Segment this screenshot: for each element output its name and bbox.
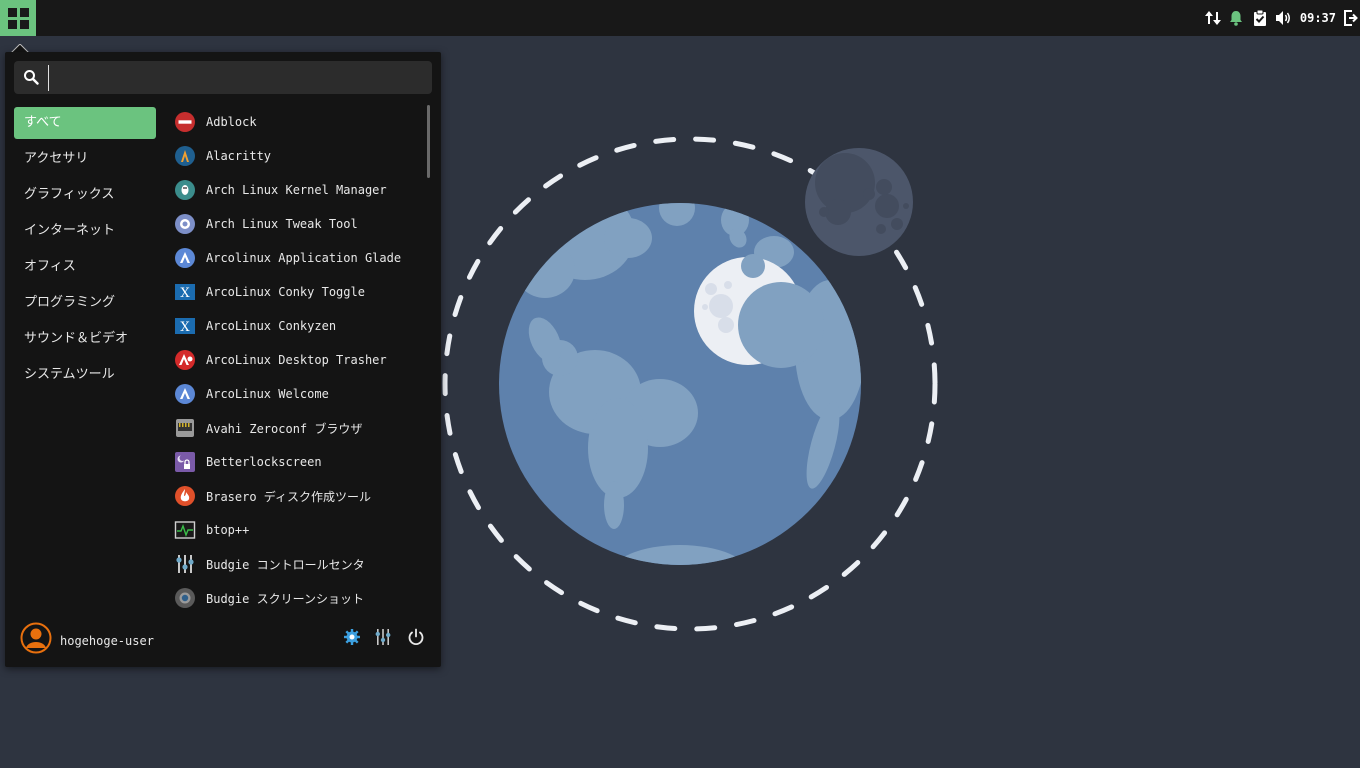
alacritty-icon	[175, 146, 195, 166]
category-accessories[interactable]: アクセサリ	[14, 143, 156, 175]
app-label: ArcoLinux Conky Toggle	[206, 285, 365, 299]
arcolinux-icon	[175, 248, 195, 268]
app-label: Budgie スクリーンショット	[206, 591, 364, 606]
app-item[interactable]: X ArcoLinux Conky Toggle	[170, 275, 428, 309]
category-list: すべて アクセサリ グラフィックス インターネット オフィス プログラミング サ…	[14, 107, 156, 395]
arcolinux-icon	[175, 384, 195, 404]
power-icon[interactable]	[407, 628, 425, 646]
search-input[interactable]	[48, 65, 425, 91]
grid-icon	[8, 8, 29, 29]
category-programming[interactable]: プログラミング	[14, 287, 156, 319]
avatar[interactable]	[20, 622, 52, 654]
network-card-icon	[176, 419, 194, 437]
app-item[interactable]: Arch Linux Tweak Tool	[170, 207, 428, 241]
top-panel: 09:37	[0, 0, 1360, 36]
application-menu: すべて アクセサリ グラフィックス インターネット オフィス プログラミング サ…	[5, 52, 441, 667]
app-item[interactable]: Betterlockscreen	[170, 445, 428, 479]
app-item[interactable]: ArcoLinux Welcome	[170, 377, 428, 411]
control-center-icon	[176, 555, 194, 573]
category-sound-video[interactable]: サウンド＆ビデオ	[14, 323, 156, 355]
conky-icon: X	[175, 284, 195, 301]
app-item[interactable]: ArcoLinux Desktop Trasher	[170, 343, 428, 377]
search-bar	[14, 61, 432, 94]
app-label: Betterlockscreen	[206, 455, 322, 469]
app-item[interactable]: Budgie スクリーンショット	[170, 581, 428, 615]
svg-text:X: X	[180, 286, 190, 301]
app-label: ArcoLinux Conkyzen	[206, 319, 337, 333]
desktop-trasher-icon	[175, 350, 195, 370]
category-all[interactable]: すべて	[14, 107, 156, 139]
app-menu-button[interactable]	[0, 0, 36, 36]
volume-icon[interactable]	[1272, 0, 1296, 36]
lockscreen-icon	[175, 452, 195, 472]
app-label: Brasero ディスク作成ツール	[206, 489, 371, 504]
search-icon	[24, 70, 39, 85]
app-label: ArcoLinux Desktop Trasher	[206, 353, 387, 367]
app-label: Alacritty	[206, 149, 272, 163]
app-item[interactable]: Budgie コントロールセンタ	[170, 547, 428, 581]
app-item[interactable]: btop++	[170, 513, 428, 547]
category-system-tools[interactable]: システムツール	[14, 359, 156, 391]
app-item[interactable]: Alacritty	[170, 139, 428, 173]
screenshot-icon	[175, 588, 195, 608]
app-label: Arch Linux Tweak Tool	[206, 217, 358, 231]
category-office[interactable]: オフィス	[14, 251, 156, 283]
app-label: btop++	[206, 523, 250, 537]
app-label: Avahi Zeroconf ブラウザ	[206, 421, 363, 436]
clock[interactable]: 09:37	[1300, 11, 1336, 25]
adblock-icon	[175, 112, 195, 132]
category-graphics[interactable]: グラフィックス	[14, 179, 156, 211]
app-item[interactable]: Brasero ディスク作成ツール	[170, 479, 428, 513]
app-item[interactable]: X ArcoLinux Conkyzen	[170, 309, 428, 343]
app-list-scrollbar[interactable]	[427, 105, 430, 178]
app-list: Adblock Alacritty Arch Linux Kernel Mana…	[170, 105, 428, 615]
brasero-icon	[175, 486, 195, 506]
logout-icon[interactable]	[1342, 0, 1360, 36]
mixer-icon[interactable]	[375, 628, 391, 646]
app-label: Arcolinux Application Glade	[206, 251, 402, 265]
tweak-tool-icon	[175, 214, 195, 234]
conky-icon: X	[175, 318, 195, 335]
app-label: ArcoLinux Welcome	[206, 387, 329, 401]
app-item[interactable]: Arch Linux Kernel Manager	[170, 173, 428, 207]
svg-text:X: X	[180, 320, 190, 335]
clipboard-icon[interactable]	[1248, 0, 1272, 36]
earth-illustration	[499, 203, 861, 565]
app-label: Arch Linux Kernel Manager	[206, 183, 387, 197]
network-transfer-icon[interactable]	[1202, 0, 1224, 36]
menu-footer: hogehoge-user	[5, 615, 441, 667]
kernel-manager-icon	[175, 180, 195, 200]
system-tray: 09:37	[1202, 0, 1360, 36]
username: hogehoge-user	[60, 634, 154, 648]
app-label: Budgie コントロールセンタ	[206, 557, 365, 572]
app-item[interactable]: Adblock	[170, 105, 428, 139]
notification-bell-icon[interactable]	[1224, 0, 1248, 36]
moon-illustration	[805, 148, 913, 256]
app-item[interactable]: Arcolinux Application Glade	[170, 241, 428, 275]
category-internet[interactable]: インターネット	[14, 215, 156, 247]
app-label: Adblock	[206, 115, 257, 129]
settings-icon[interactable]	[343, 628, 361, 646]
app-item[interactable]: Avahi Zeroconf ブラウザ	[170, 411, 428, 445]
system-monitor-icon	[174, 521, 196, 539]
